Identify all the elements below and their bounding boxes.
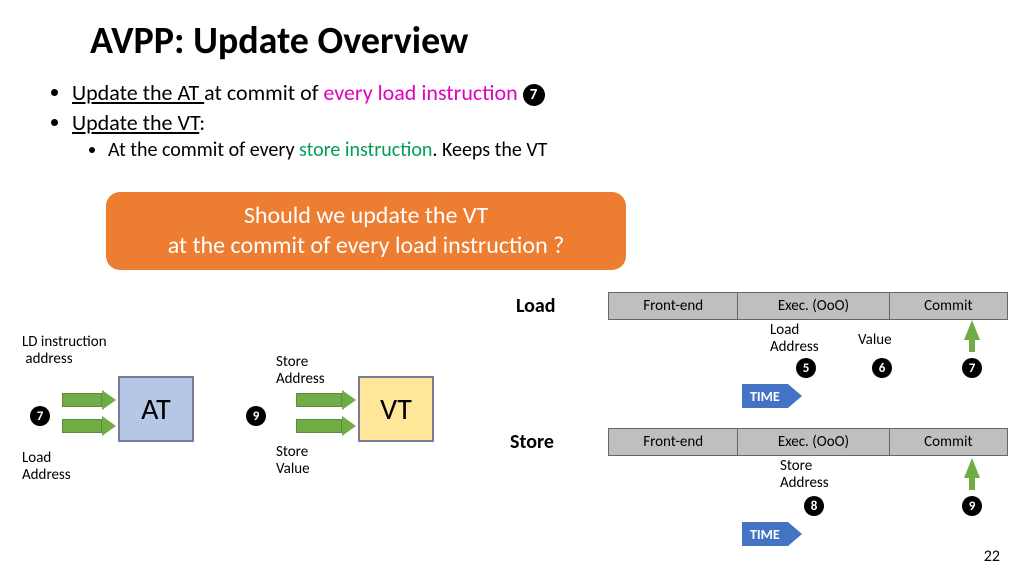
- time-head-store-icon: [788, 522, 802, 546]
- bullet1-underline: Update the AT: [72, 79, 204, 106]
- at-arrow1-icon: [62, 390, 116, 410]
- callout-line2: at the commit of every load instruction …: [106, 231, 626, 261]
- sub1-pre: At the commit of every: [108, 138, 299, 162]
- sub-bullet-1: At the commit of every store instruction…: [108, 137, 547, 164]
- at-arrow2-icon: [62, 416, 116, 436]
- page-number: 22: [984, 547, 1000, 566]
- vt-in1-label: Store Address: [276, 354, 325, 387]
- load-commit-arrow-icon: [964, 320, 980, 340]
- store-addr-label: Store Address: [780, 458, 829, 491]
- num-9-store: 9: [962, 496, 982, 516]
- load-label: Load: [516, 294, 556, 318]
- vt-box: VT: [358, 376, 434, 442]
- store-label: Store: [510, 430, 554, 454]
- load-pipeline: Front-end Exec. (OoO) Commit: [608, 292, 1008, 320]
- num-7-at: 7: [30, 406, 50, 426]
- bullet-1: Update the AT at commit of every load in…: [72, 78, 547, 108]
- time-label-store: TIME: [742, 522, 788, 546]
- load-stage-frontend: Front-end: [609, 293, 738, 319]
- num-9-vt: 9: [246, 406, 266, 426]
- load-stage-commit: Commit: [890, 293, 1007, 319]
- load-value-label: Value: [858, 332, 892, 349]
- at-in1-label: LD instruction address: [22, 334, 107, 367]
- load-addr-label: Load Address: [770, 322, 819, 355]
- store-stage-commit: Commit: [890, 429, 1007, 455]
- at-box: AT: [118, 376, 194, 442]
- bullet-2: Update the VT: At the commit of every st…: [72, 108, 547, 192]
- sub1-post: . Keeps the VT: [432, 138, 547, 162]
- time-head-load-icon: [788, 384, 802, 408]
- store-pipeline: Front-end Exec. (OoO) Commit: [608, 428, 1008, 456]
- at-in2-label: Load Address: [22, 450, 71, 483]
- load-stage-exec: Exec. (OoO): [738, 293, 889, 319]
- store-time-arrow: TIME: [742, 522, 802, 546]
- num-7-inline: 7: [523, 84, 545, 106]
- num-5: 5: [796, 358, 816, 378]
- store-commit-arrow-icon: [964, 458, 980, 478]
- bullet2-text: Update the VT: [72, 109, 199, 136]
- bullet-list: Update the AT at commit of every load in…: [40, 78, 547, 191]
- num-6: 6: [872, 358, 892, 378]
- num-7-load: 7: [962, 358, 982, 378]
- num-8: 8: [804, 496, 824, 516]
- store-stage-frontend: Front-end: [609, 429, 738, 455]
- time-label-load: TIME: [742, 384, 788, 408]
- vt-arrow2-icon: [296, 416, 356, 436]
- load-time-arrow: TIME: [742, 384, 802, 408]
- sub1-store: store instruction: [299, 138, 432, 162]
- store-stage-exec: Exec. (OoO): [738, 429, 889, 455]
- slide-title: AVPP: Update Overview: [90, 18, 468, 64]
- vt-arrow1-icon: [296, 390, 356, 410]
- callout-line1: Should we update the VT: [106, 201, 626, 231]
- callout-box: Should we update the VT at the commit of…: [106, 192, 626, 270]
- vt-in2-label: Store Value: [276, 444, 310, 477]
- bullet1-load: every load instruction: [323, 79, 517, 106]
- bullet1-mid: at commit of: [204, 79, 323, 106]
